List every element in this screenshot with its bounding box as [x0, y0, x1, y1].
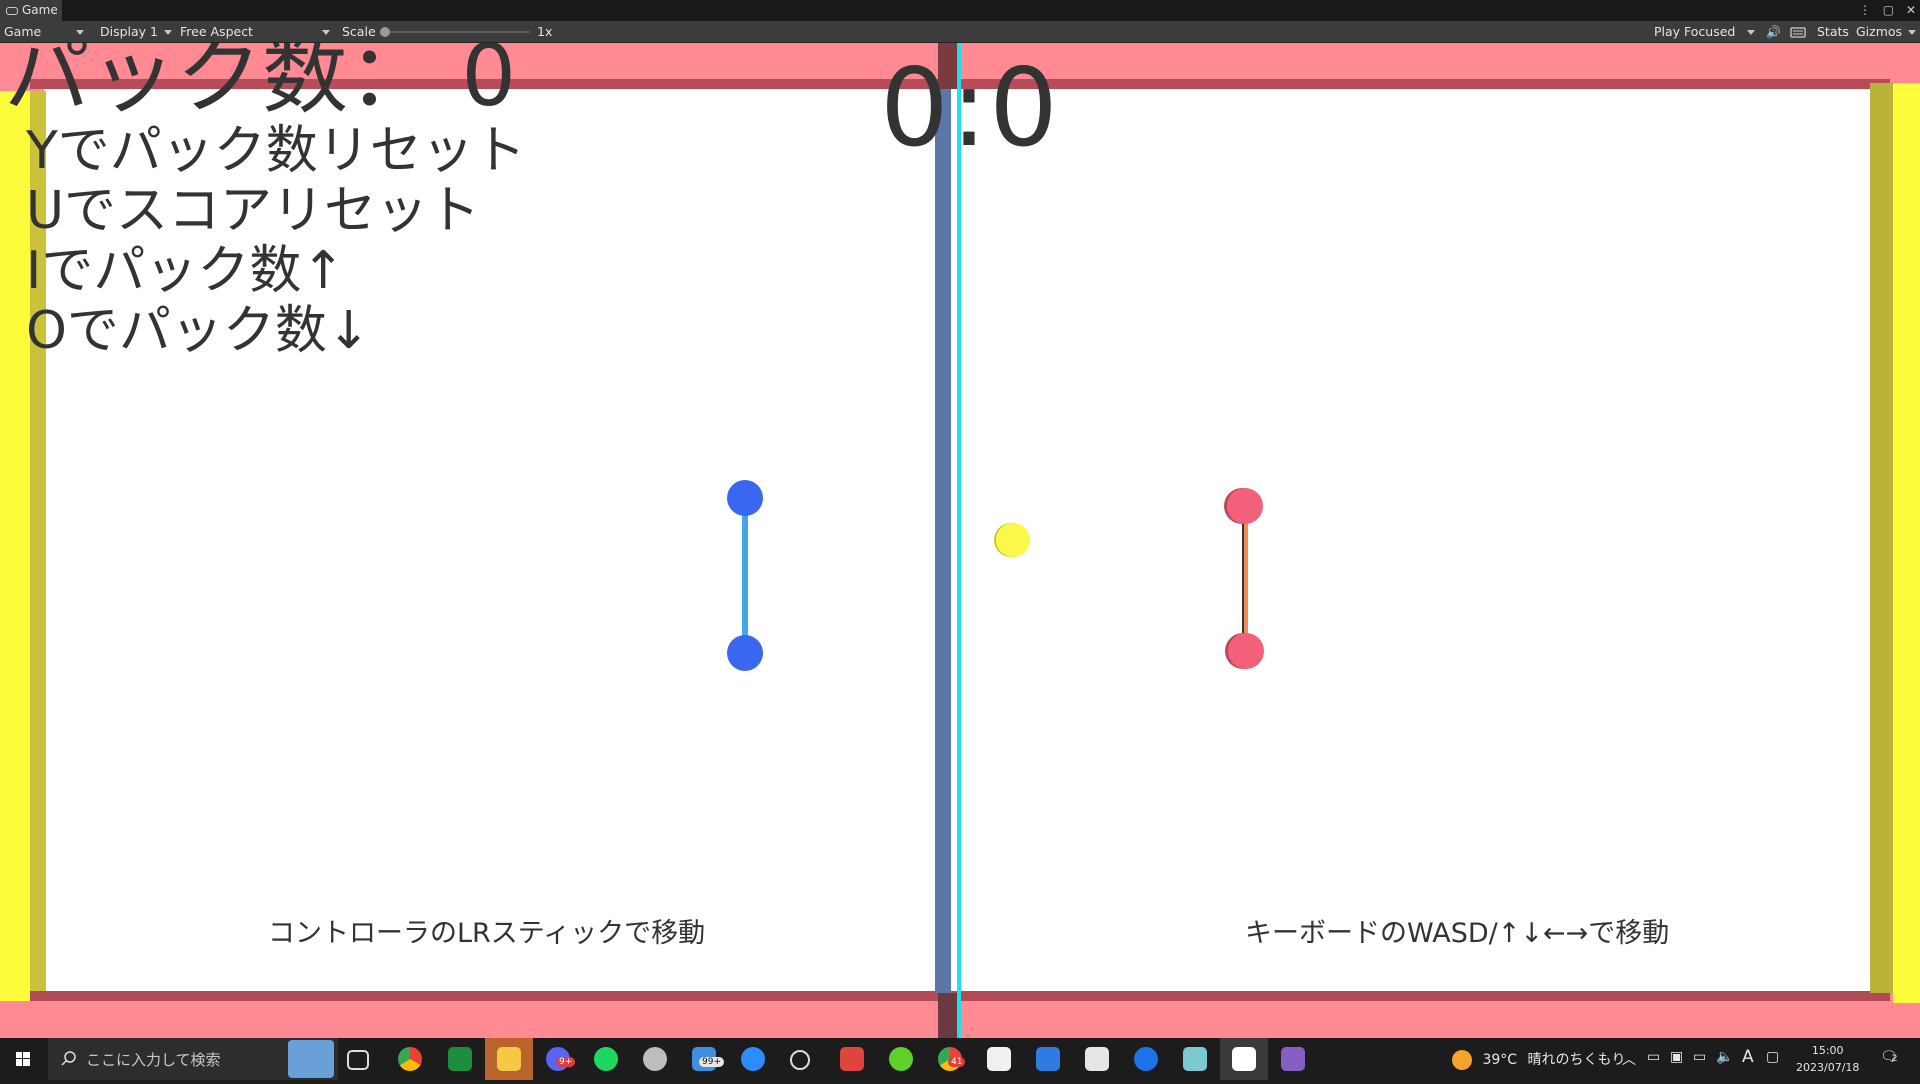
- weather-temp: 39°C: [1482, 1052, 1518, 1068]
- chrome-badge: 41: [948, 1057, 966, 1067]
- stats-button[interactable]: Stats: [1817, 21, 1849, 43]
- tray-device-icon[interactable]: ▭: [1647, 1049, 1660, 1065]
- volume-icon[interactable]: 🔈: [1716, 1049, 1733, 1065]
- clock-date: 2023/07/18: [1796, 1061, 1860, 1074]
- gamepad-icon: [6, 6, 18, 15]
- right-paddle-top-handle: [1227, 488, 1263, 524]
- chrome-icon[interactable]: [398, 1047, 422, 1071]
- notification-count: 2: [1891, 1054, 1898, 1064]
- headset-icon[interactable]: [889, 1047, 913, 1071]
- chevron-down-icon: [1747, 30, 1755, 35]
- clock-time: 15:00: [1811, 1044, 1844, 1057]
- network-icon[interactable]: ▭: [1693, 1049, 1706, 1065]
- right-side-wall-inner: [1870, 83, 1893, 993]
- aspect-dropdown[interactable]: Free Aspect: [180, 21, 332, 43]
- view-mode-label: Game: [4, 24, 42, 39]
- windows-taskbar: ここに入力して検索 9+ 99+ 41 39°C 晴れのちくもり ︿ ▭ ▣ ▭…: [0, 1038, 1920, 1080]
- zoom-icon[interactable]: [741, 1047, 765, 1071]
- help-puck-down: Oでパック数↓: [26, 301, 371, 361]
- chevron-down-icon: [1908, 30, 1916, 35]
- left-controls-hint: コントローラのLRスティックで移動: [268, 918, 706, 949]
- puck: [996, 523, 1030, 557]
- app-swirl-icon[interactable]: [643, 1047, 667, 1071]
- notepad-icon[interactable]: [1183, 1047, 1207, 1071]
- game-tab[interactable]: Game: [0, 0, 62, 21]
- score-display: 0:0: [880, 46, 1060, 171]
- game-view-toolbar: Game Display 1 Free Aspect Scale 1x Play…: [0, 21, 1920, 43]
- ime-mode-icon[interactable]: ▢: [1766, 1049, 1779, 1065]
- scale-label: Scale: [342, 24, 376, 39]
- left-paddle-bottom-handle: [727, 635, 763, 671]
- evernote-icon[interactable]: [448, 1047, 472, 1071]
- gizmos-label: Gizmos: [1856, 24, 1903, 39]
- play-mode-dropdown[interactable]: Play Focused: [1654, 21, 1756, 43]
- search-placeholder: ここに入力して検索: [86, 1051, 221, 1069]
- discord-badge: 9+: [556, 1057, 576, 1067]
- mail-badge: 99+: [699, 1057, 724, 1067]
- notification-center-icon[interactable]: 🗨2: [1880, 1049, 1898, 1065]
- right-paddle-bar: [1242, 505, 1248, 651]
- center-post-bottom: [938, 993, 958, 1038]
- paint-icon[interactable]: [987, 1047, 1011, 1071]
- chevron-down-icon: [322, 30, 330, 35]
- discord-icon[interactable]: 9+: [546, 1047, 576, 1071]
- maps-icon[interactable]: [1134, 1047, 1158, 1071]
- spotify-icon[interactable]: [594, 1047, 618, 1071]
- help-puck-up: Iでパック数↑: [26, 241, 345, 301]
- start-button[interactable]: [0, 1038, 46, 1080]
- scale-slider-track[interactable]: [385, 31, 530, 33]
- game-view[interactable]: パック数： 0 0:0 Yでパック数リセット Uでスコアリセット Iでパック数↑…: [0, 43, 1920, 1038]
- center-line: [957, 43, 961, 1038]
- search-icon: [61, 1051, 76, 1066]
- right-controls-hint: キーボードのWASD/↑↓←→で移動: [1245, 918, 1670, 949]
- scale-slider-handle[interactable]: [380, 27, 390, 37]
- chrome-canary-icon[interactable]: 41: [938, 1047, 966, 1071]
- help-reset-pucks: Yでパック数リセット: [26, 121, 526, 181]
- play-mode-label: Play Focused: [1654, 24, 1736, 39]
- left-paddle-top-handle: [727, 480, 763, 516]
- ime-indicator[interactable]: A: [1742, 1047, 1754, 1067]
- help-reset-score: Uでスコアリセット: [26, 181, 481, 241]
- file-explorer-icon[interactable]: [497, 1047, 521, 1071]
- windows-logo-icon: [16, 1052, 30, 1066]
- chevron-down-icon: [76, 30, 84, 35]
- close-icon[interactable]: ✕: [1906, 3, 1916, 17]
- keyboard-icon[interactable]: [1790, 21, 1806, 43]
- game-tab-label: Game: [22, 3, 58, 17]
- display-label: Display 1: [100, 24, 159, 39]
- view-mode-dropdown[interactable]: Game: [4, 21, 86, 43]
- maximize-icon[interactable]: ▢: [1883, 3, 1894, 17]
- display-dropdown[interactable]: Display 1: [100, 21, 172, 43]
- keyboard-app-icon[interactable]: [840, 1047, 864, 1071]
- task-view-icon[interactable]: [347, 1050, 369, 1070]
- tray-chevron-up-icon[interactable]: ︿: [1622, 1049, 1636, 1069]
- search-highlight-image: [288, 1040, 334, 1078]
- unity-hub-icon[interactable]: [1085, 1047, 1109, 1071]
- taskbar-search[interactable]: ここに入力して検索: [48, 1038, 338, 1080]
- chevron-down-icon: [164, 30, 172, 35]
- center-divider: [935, 89, 951, 993]
- aspect-label: Free Aspect: [180, 24, 253, 39]
- right-paddle-bottom-handle: [1228, 633, 1264, 669]
- right-side-wall: [1893, 83, 1920, 1003]
- calendar-icon[interactable]: [1036, 1047, 1060, 1071]
- weather-text: 晴れのちくもり: [1527, 1052, 1626, 1068]
- mail-icon[interactable]: 99+: [692, 1047, 724, 1071]
- gizmos-dropdown[interactable]: Gizmos: [1856, 21, 1916, 43]
- puck-count-label: パック数： 0: [4, 43, 517, 126]
- window-controls: ⋮ ▢ ✕: [1851, 0, 1916, 21]
- editor-tab-bar: Game ⋮ ▢ ✕: [0, 0, 1920, 21]
- scale-value: 1x: [537, 24, 553, 39]
- weather-widget[interactable]: 39°C 晴れのちくもり: [1452, 1049, 1626, 1070]
- more-options-icon[interactable]: ⋮: [1859, 3, 1871, 17]
- taskbar-clock[interactable]: 15:00 2023/07/18: [1796, 1042, 1859, 1076]
- unity-editor-icon[interactable]: [1232, 1047, 1256, 1071]
- tray-display-icon[interactable]: ▣: [1670, 1049, 1683, 1065]
- visual-studio-icon[interactable]: [1281, 1047, 1305, 1071]
- weather-sun-icon: [1452, 1050, 1472, 1070]
- left-paddle-bar: [742, 497, 748, 653]
- logitech-icon[interactable]: [790, 1050, 810, 1070]
- speaker-icon[interactable]: 🔊: [1766, 21, 1781, 43]
